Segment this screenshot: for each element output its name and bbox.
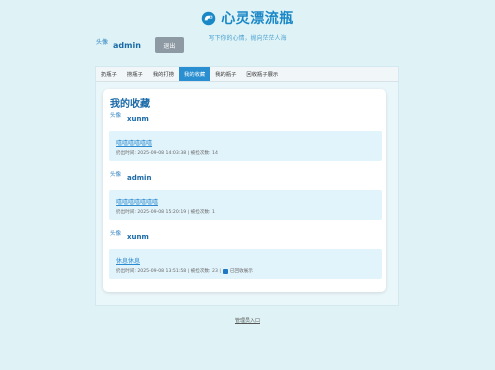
logout-button[interactable]: 退出 [154, 37, 184, 53]
tab-throw-bottle[interactable]: 扔瓶子 [96, 67, 122, 81]
bottle-title-link[interactable]: 嘻嘻嘻嘻嘻嘻 [116, 138, 152, 147]
main-panel: 扔瓶子 捞瓶子 我的打捞 我的收藏 我的瓶子 回收瓶子展示 我的收藏 头像 xu… [95, 66, 399, 306]
tab-my-bottles[interactable]: 我的瓶子 [210, 67, 241, 81]
meta-text: 扔出时间: 2025-09-08 15:20:19 | 被捡次数: 1 [116, 210, 215, 215]
avatar: 头像 [110, 113, 122, 119]
site-title: 心灵漂流瓶 [221, 11, 294, 27]
tab-pick-bottle[interactable]: 捞瓶子 [122, 67, 148, 81]
author-name: xunm [127, 115, 149, 123]
author-name: xunm [127, 233, 149, 241]
list-item-author: 头像 admin [110, 170, 151, 182]
bottle-title-link[interactable]: 休息休息 [116, 256, 140, 265]
bottle-title-link[interactable]: 嘻嘻嘻嘻嘻嘻嘻 [116, 197, 158, 206]
meta-text: 扔出时间: 2025-09-08 13:51:58 | 被捡次数: 23 | [116, 269, 221, 274]
user-bar: 头像 admin 退出 [96, 37, 184, 53]
page-title: 我的收藏 [110, 99, 150, 110]
list-item[interactable]: 休息休息 扔出时间: 2025-09-08 13:51:58 | 被捡次数: 2… [109, 249, 382, 279]
tab-bar: 扔瓶子 捞瓶子 我的打捞 我的收藏 我的瓶子 回收瓶子展示 [96, 67, 398, 82]
avatar: 头像 [96, 39, 109, 46]
tab-recycled-bottles[interactable]: 回收瓶子展示 [241, 67, 283, 81]
footer: 管理员入口 [0, 307, 495, 326]
current-username: admin [113, 41, 141, 50]
avatar: 头像 [110, 231, 122, 237]
bottle-meta: 扔出时间: 2025-09-08 15:20:19 | 被捡次数: 1 [116, 209, 215, 215]
list-item-author: 头像 xunm [110, 229, 149, 241]
recycled-label: 已回收展示 [229, 269, 253, 274]
bottle-icon [202, 11, 216, 25]
brand: 心灵漂流瓶 [201, 8, 294, 28]
recycled-icon [222, 268, 228, 274]
site-subtitle: 写下你的心情，抛向茫茫人海 [208, 34, 287, 42]
meta-text: 扔出时间: 2025-09-08 14:03:38 | 被捡次数: 14 [116, 151, 218, 156]
list-item-author: 头像 xunm [110, 111, 149, 123]
list-item[interactable]: 嘻嘻嘻嘻嘻嘻 扔出时间: 2025-09-08 14:03:38 | 被捡次数:… [109, 131, 382, 161]
site-header: 心灵漂流瓶 写下你的心情，抛向茫茫人海 [0, 8, 495, 42]
bottle-meta: 扔出时间: 2025-09-08 13:51:58 | 被捡次数: 23 | 已… [116, 268, 253, 274]
favorites-card: 我的收藏 头像 xunm 嘻嘻嘻嘻嘻嘻 扔出时间: 2025-09-08 14:… [103, 89, 386, 292]
admin-entry-link[interactable]: 管理员入口 [235, 318, 260, 324]
avatar: 头像 [110, 172, 122, 178]
tab-my-favorites[interactable]: 我的收藏 [179, 67, 211, 81]
tab-my-picks[interactable]: 我的打捞 [148, 67, 179, 81]
bottle-meta: 扔出时间: 2025-09-08 14:03:38 | 被捡次数: 14 [116, 150, 218, 156]
author-name: admin [127, 174, 152, 182]
list-item[interactable]: 嘻嘻嘻嘻嘻嘻嘻 扔出时间: 2025-09-08 15:20:19 | 被捡次数… [109, 190, 382, 220]
